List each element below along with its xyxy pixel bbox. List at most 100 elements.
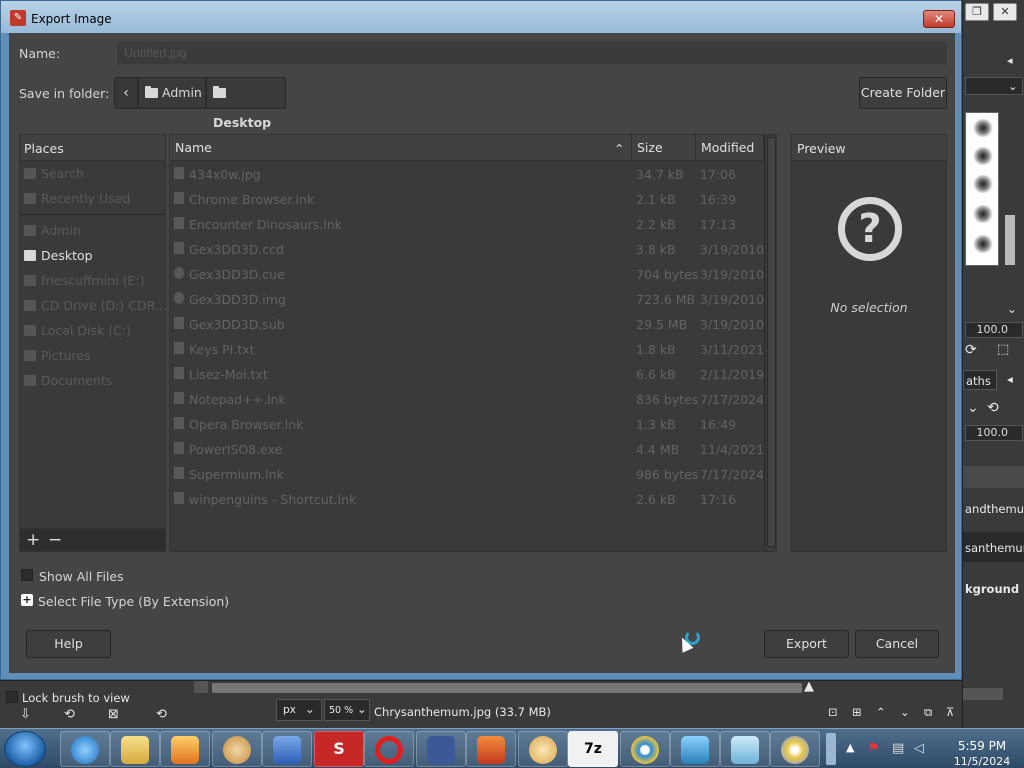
- clock-time[interactable]: 5:59 PM: [948, 739, 1016, 753]
- create-folder-button[interactable]: Create Folder: [859, 77, 947, 109]
- file-row[interactable]: Notepad++.lnk 836 bytes 7/17/2024: [170, 387, 764, 412]
- column-modified[interactable]: Modified: [696, 135, 764, 161]
- navigate-icon[interactable]: ▲: [804, 679, 814, 694]
- close-button[interactable]: ✕: [923, 10, 955, 28]
- file-row[interactable]: Chrome Browser.lnk 2.1 kB 16:39: [170, 187, 764, 212]
- s-app-taskbar-icon[interactable]: S: [314, 731, 364, 767]
- file-row[interactable]: Supermium.lnk 986 bytes 7/17/2024: [170, 462, 764, 487]
- file-list-scrollbar[interactable]: [764, 135, 777, 551]
- file-row[interactable]: Opera Browser.lnk 1.3 kB 16:49: [170, 412, 764, 437]
- file-row[interactable]: PowerISO8.exe 4.4 MB 11/4/2021: [170, 437, 764, 462]
- network-icon[interactable]: ▤: [892, 741, 904, 756]
- game-taskbar-icon[interactable]: [466, 731, 516, 767]
- raise-layer-icon[interactable]: ⌃: [876, 705, 886, 719]
- paint-taskbar-icon[interactable]: [518, 731, 568, 767]
- restore-window-button[interactable]: ❐: [965, 3, 989, 21]
- filename-input[interactable]: [117, 41, 947, 65]
- panel-menu-icon[interactable]: ◂: [1007, 54, 1013, 67]
- clock-date[interactable]: 11/5/2024: [948, 755, 1016, 768]
- chevron-down-icon[interactable]: ⌄: [967, 400, 979, 416]
- explorer-taskbar-icon[interactable]: [110, 731, 160, 767]
- reset-tool-icon[interactable]: ⟲: [156, 707, 167, 722]
- add-bookmark-button[interactable]: +: [26, 530, 40, 550]
- spacing-spin[interactable]: 100.0: [965, 425, 1023, 441]
- breadcrumb-desktop[interactable]: Desktop: [206, 77, 286, 130]
- cancel-button[interactable]: Cancel: [855, 630, 939, 658]
- brush-preview[interactable]: [965, 112, 999, 266]
- undo-icon[interactable]: ⟲: [987, 400, 999, 416]
- file-row[interactable]: Gex3DD3D.img 723.6 MB 3/19/2010: [170, 287, 764, 312]
- media-player-taskbar-icon[interactable]: [160, 731, 210, 767]
- supermium-taskbar-icon[interactable]: [620, 731, 670, 767]
- place-desktop[interactable]: Desktop: [20, 243, 165, 268]
- 7zip-taskbar-icon[interactable]: 7z: [568, 731, 618, 767]
- chevron-down-icon[interactable]: ⌄: [1007, 302, 1017, 316]
- cd-burner-taskbar-icon[interactable]: [770, 731, 820, 767]
- show-all-files-checkbox[interactable]: [21, 569, 33, 581]
- place-local-disk[interactable]: Local Disk (C:): [20, 318, 165, 343]
- layer-name[interactable]: kground: [965, 582, 1019, 596]
- restore-tool-icon[interactable]: ⟲: [64, 707, 75, 722]
- start-button[interactable]: [4, 731, 46, 767]
- remove-bookmark-button[interactable]: −: [48, 530, 62, 550]
- save-brush-icon[interactable]: ⬚: [997, 342, 1009, 357]
- network-taskbar-icon[interactable]: [670, 731, 720, 767]
- taskbar-scroll-icon[interactable]: [826, 733, 836, 765]
- brush-scroll-thumb[interactable]: [1005, 215, 1015, 265]
- duplicate-layer-icon[interactable]: ⧉: [924, 705, 932, 720]
- file-row[interactable]: Gex3DD3D.ccd 3.8 kB 3/19/2010: [170, 237, 764, 262]
- action-center-icon[interactable]: ⚑: [868, 741, 880, 756]
- export-button[interactable]: Export: [764, 630, 849, 658]
- file-row[interactable]: Lisez-Moi.txt 6.6 kB 2/11/2019: [170, 362, 764, 387]
- zoom-select[interactable]: 50 % ⌄: [324, 699, 370, 721]
- facebook-taskbar-icon[interactable]: [416, 731, 466, 767]
- help-button[interactable]: Help: [26, 630, 111, 658]
- opacity-spin[interactable]: 100.0: [965, 322, 1023, 338]
- tab-paths[interactable]: aths: [963, 370, 997, 390]
- layer-row-selected[interactable]: santhemum: [963, 532, 1024, 562]
- notepad-taskbar-icon[interactable]: [720, 731, 770, 767]
- horizontal-scrollbar[interactable]: [212, 683, 802, 693]
- file-row[interactable]: winpenguins - Shortcut.lnk 2.6 kB 17:16: [170, 487, 764, 512]
- place-pictures[interactable]: Pictures: [20, 343, 165, 368]
- unit-select[interactable]: px ⌄: [276, 699, 322, 721]
- place-search[interactable]: Search: [20, 161, 165, 186]
- layers-scrollbar[interactable]: [963, 688, 1003, 700]
- place-documents[interactable]: Documents: [20, 368, 165, 393]
- brush-dropdown[interactable]: ⌄: [965, 77, 1023, 95]
- column-size[interactable]: Size: [632, 135, 696, 161]
- layer-name[interactable]: andthemum: [965, 502, 1024, 516]
- file-row[interactable]: 434x0w.jpg 34.7 kB 17:06: [170, 162, 764, 187]
- delete-tool-icon[interactable]: ⊠: [108, 707, 119, 722]
- file-row[interactable]: Gex3DD3D.cue 704 bytes 3/19/2010: [170, 262, 764, 287]
- place-admin[interactable]: Admin: [20, 218, 165, 243]
- column-name[interactable]: Name ⌃: [170, 135, 632, 161]
- winpenguins-taskbar-icon[interactable]: [262, 731, 312, 767]
- new-layer-icon[interactable]: ⊡: [828, 705, 838, 719]
- file-row[interactable]: Encounter Dinosaurs.lnk 2.2 kB 17:13: [170, 212, 764, 237]
- opera-taskbar-icon[interactable]: [364, 731, 414, 767]
- tray-expand-icon[interactable]: ▲: [846, 741, 854, 754]
- refresh-icon[interactable]: ⟳: [965, 342, 977, 358]
- file-row[interactable]: Keys PI.txt 1.8 kB 3/11/2021: [170, 337, 764, 362]
- volume-muted-icon[interactable]: ◁: [914, 741, 924, 756]
- save-tool-icon[interactable]: ⇩: [20, 707, 31, 722]
- new-group-icon[interactable]: ⊞: [852, 705, 862, 719]
- place-cd-drive[interactable]: CD Drive (D:) CDR...: [20, 293, 167, 318]
- breadcrumb-admin[interactable]: Admin: [138, 77, 206, 109]
- back-path-button[interactable]: ‹: [114, 77, 138, 109]
- place-drive-e[interactable]: friescuffmini (E:): [20, 268, 165, 293]
- dialog-titlebar[interactable]: ✎ Export Image ✕: [1, 1, 961, 33]
- ie-taskbar-icon[interactable]: [60, 731, 110, 767]
- gimp-palette-taskbar-icon[interactable]: [212, 731, 262, 767]
- anchor-layer-icon[interactable]: ⊼: [946, 705, 954, 719]
- lock-brush-checkbox[interactable]: [6, 691, 18, 703]
- lower-layer-icon[interactable]: ⌄: [900, 705, 910, 719]
- scroll-thumb[interactable]: [767, 137, 776, 547]
- select-file-type-expander[interactable]: Select File Type (By Extension): [38, 594, 229, 609]
- expander-plus-icon[interactable]: +: [21, 594, 33, 606]
- place-recently-used[interactable]: Recently Used: [20, 186, 165, 211]
- gimp-close-button[interactable]: ✕: [993, 3, 1017, 21]
- file-row[interactable]: Gex3DD3D.sub 29.5 MB 3/19/2010: [170, 312, 764, 337]
- tab-menu-icon[interactable]: ◂: [1007, 372, 1013, 386]
